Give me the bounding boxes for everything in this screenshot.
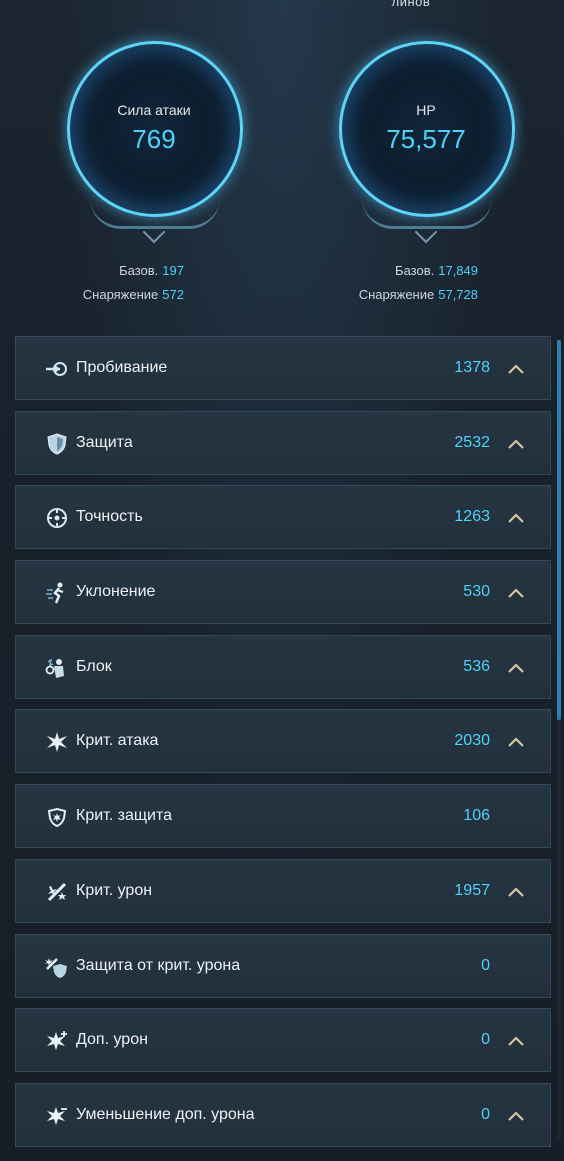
stat-label: Точность [76,508,143,526]
crit-burst-icon [45,730,69,754]
chevron-up-icon[interactable] [507,511,525,524]
chevron-up-icon[interactable] [507,885,525,897]
stat-label: Уменьшение доп. урона [76,1105,255,1123]
extra-damage-icon [45,1029,69,1053]
extra-damage-reduction-icon [45,1104,69,1128]
attack-equip-label: Снаряжение [82,287,159,302]
hp-equip-label: Снаряжение [358,287,435,302]
crit-defense-icon [45,805,69,829]
stat-row-crit-damage-defense[interactable]: Защита от крит. урона 0 [15,933,551,998]
stat-value: 2030 [454,732,490,750]
crit-damage-defense-icon [45,955,69,979]
stat-label: Защита от крит. урона [76,956,241,974]
stat-row-block[interactable]: Блок 536 [15,634,551,699]
stat-list: Пробивание 1378 Защита 2532 Точность 126… [15,336,551,1158]
chevron-up-icon[interactable] [507,661,525,673]
stat-value: 1378 [454,359,490,376]
hp-value: 75,577 [386,124,466,154]
stat-value: 536 [463,657,490,675]
chevron-up-icon[interactable] [507,437,525,449]
stat-value: 106 [463,807,490,825]
clipped-header-text: линов [391,0,431,9]
chevron-up-icon[interactable] [507,1034,525,1046]
chevron-up-icon[interactable] [507,735,525,748]
stat-label: Защита [76,433,133,451]
attack-power-gauge: Сила атаки 769 [64,38,244,244]
stat-row-penetration[interactable]: Пробивание 1378 [15,336,551,400]
clipped-header: линов [0,0,564,9]
block-icon [45,656,69,680]
stat-value: 0 [481,956,490,974]
evade-icon [45,581,69,605]
stat-value: 1263 [454,508,490,526]
hp-base: Базов. 17,849 [395,263,478,278]
hp-base-label: Базов. [395,263,435,278]
hp-gauge: HP 75,577 [336,38,516,244]
attack-equip-value: 572 [162,287,184,302]
crit-damage-icon [45,880,69,904]
stat-label: Блок [76,657,112,675]
stat-row-crit-damage[interactable]: Крит. урон 1957 [15,858,551,923]
stat-label: Крит. урон [76,881,153,899]
stat-value: 0 [481,1105,490,1123]
chevron-up-icon[interactable] [507,362,525,374]
character-stats-screen: линов Сила атаки 769 Базов. 197 Снаряжени… [0,0,564,1161]
attack-base-label: Базов. [119,263,159,278]
stat-row-accuracy[interactable]: Точность 1263 [15,485,551,550]
stat-row-crit-defense[interactable]: Крит. защита 106 [15,784,551,849]
stat-label: Доп. урон [76,1031,148,1049]
stat-value: 0 [481,1031,490,1049]
penetration-icon [45,357,69,381]
stat-row-defense[interactable]: Защита 2532 [15,410,551,475]
hp-base-value: 17,849 [438,263,478,278]
stat-value: 2532 [454,433,490,451]
stat-label: Пробивание [76,359,168,376]
stat-row-extra-damage[interactable]: Доп. урон 0 [15,1008,551,1073]
chevron-up-icon[interactable] [507,1109,525,1121]
attack-label: Сила атаки [117,102,191,118]
stat-value: 530 [463,583,490,601]
stat-value: 1957 [454,881,490,899]
crosshair-icon [45,506,69,530]
stat-label: Крит. защита [76,807,172,825]
hp-equip-value: 57,728 [438,287,478,302]
stat-row-crit-attack[interactable]: Крит. атака 2030 [15,709,551,774]
stat-label: Уклонение [76,583,156,601]
attack-base-value: 197 [162,263,184,278]
attack-value: 769 [132,124,176,154]
attack-equipment: Снаряжение 572 [83,287,184,302]
chevron-up-icon[interactable] [507,586,525,598]
shield-icon [45,432,69,456]
stat-row-evasion[interactable]: Уклонение 530 [15,560,551,625]
attack-base: Базов. 197 [119,263,184,278]
hp-label: HP [416,102,436,118]
scrollbar-thumb[interactable] [557,340,561,720]
hp-equipment: Снаряжение 57,728 [359,287,478,302]
stat-row-extra-damage-reduction[interactable]: Уменьшение доп. урона 0 [15,1082,551,1147]
stat-label: Крит. атака [76,732,159,750]
